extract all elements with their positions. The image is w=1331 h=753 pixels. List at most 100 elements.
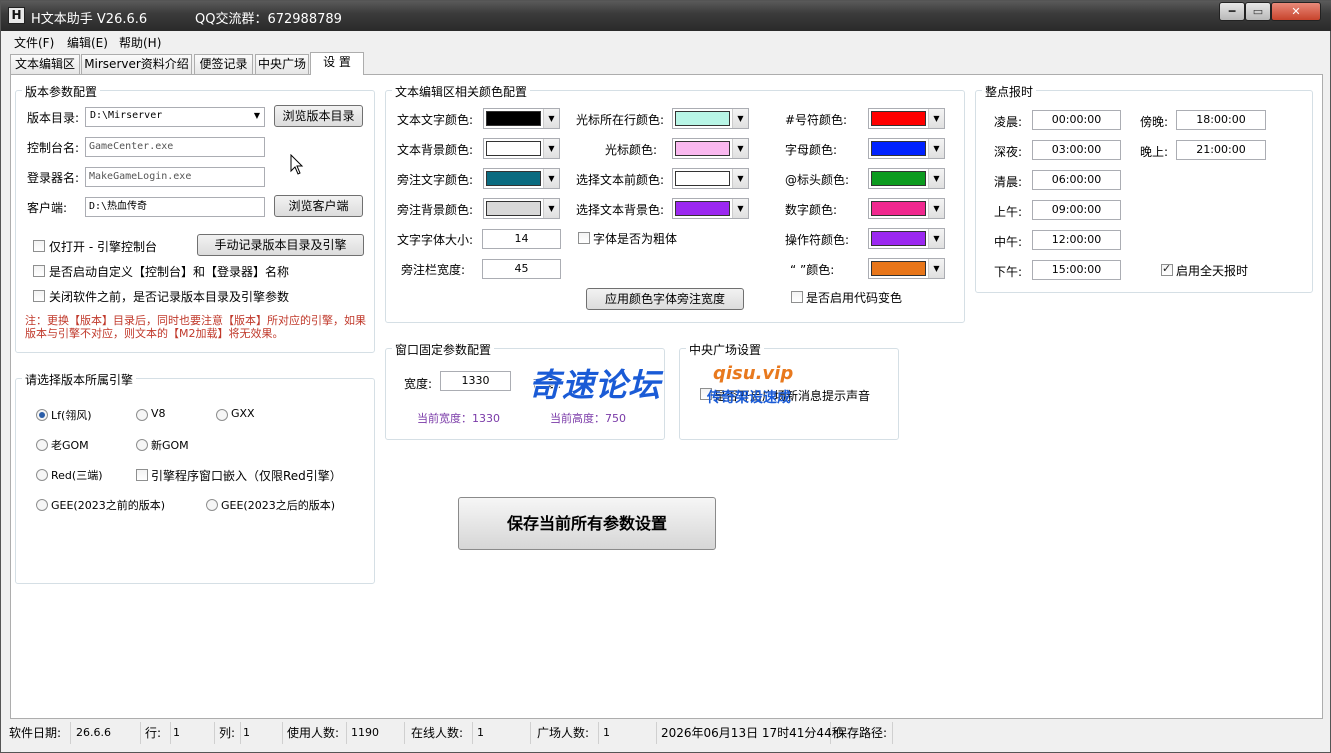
close-icon: ✕ [1291, 5, 1301, 18]
chevron-down-icon: ▼ [928, 139, 944, 158]
time-input-late-night[interactable]: 03:00:00 [1032, 140, 1121, 160]
text-bg-color-picker[interactable]: ▼ [483, 138, 560, 159]
maximize-button[interactable]: ▭ [1245, 2, 1271, 21]
console-name-label: 控制台名: [27, 141, 80, 155]
tab-notes[interactable]: 便签记录 [194, 54, 253, 74]
hourly-chime-group: 整点报时 凌晨: 00:00:00 深夜: 03:00:00 清晨: 06:00… [975, 83, 1313, 293]
chevron-down-icon: ▼ [732, 109, 748, 128]
cursor-line-color-picker[interactable]: ▼ [672, 108, 749, 129]
engine-radio-v8[interactable] [136, 409, 148, 421]
cursor-color-picker[interactable]: ▼ [672, 138, 749, 159]
close-button[interactable]: ✕ [1271, 2, 1321, 21]
status-save-path-label: 保存路径: [833, 722, 893, 744]
text-bg-color-label: 文本背景颜色: [397, 143, 474, 157]
embed-window-label: 引擎程序窗口嵌入（仅限Red引擎） [151, 469, 342, 483]
at-header-color-picker[interactable]: ▼ [868, 168, 945, 189]
record-on-close-checkbox[interactable] [33, 290, 45, 302]
select-bg-color-label: 选择文本背景色: [576, 203, 665, 217]
color-swatch [871, 111, 926, 126]
time-input-early-morning[interactable]: 06:00:00 [1032, 170, 1121, 190]
app-window: H H文本助手 V26.6.6 QQ交流群：672988789 ━ ▭ ✕ 文件… [0, 0, 1331, 753]
qq-group-text: QQ交流群：672988789 [195, 12, 342, 27]
engine-radio-gee-before[interactable] [36, 499, 48, 511]
engine-radio-lf[interactable] [36, 409, 48, 421]
window-title: H文本助手 V26.6.6 [31, 12, 148, 27]
version-dir-select[interactable]: D:\Mirserver ▼ [85, 107, 265, 127]
version-config-title: 版本参数配置 [22, 83, 101, 100]
embed-window-checkbox[interactable] [136, 469, 148, 481]
custom-names-checkbox[interactable] [33, 265, 45, 277]
manual-record-button[interactable]: 手动记录版本目录及引擎 [197, 234, 364, 256]
time-input-noon[interactable]: 12:00:00 [1032, 230, 1121, 250]
time-input-morning[interactable]: 09:00:00 [1032, 200, 1121, 220]
version-config-group: 版本参数配置 版本目录: D:\Mirserver ▼ 浏览版本目录 控制台名:… [15, 83, 375, 353]
tab-mirserver-info[interactable]: Mirserver资料介绍 [81, 54, 192, 74]
enable-hourly-label: 启用全天报时 [1176, 264, 1249, 278]
quote-color-picker[interactable]: ▼ [868, 258, 945, 279]
chevron-down-icon: ▼ [928, 229, 944, 248]
engine-radio-new-gom[interactable] [136, 439, 148, 451]
engine-group: 请选择版本所属引擎 Lf(翎风) V8 GXX 老GOM 新GOM Red(三端… [15, 371, 375, 584]
time-label-evening: 晚上: [1140, 145, 1169, 159]
status-col-label: 列: [217, 722, 241, 744]
tab-text-editor[interactable]: 文本编辑区 [10, 54, 80, 74]
engine-radio-red[interactable] [36, 469, 48, 481]
save-all-settings-button[interactable]: 保存当前所有参数设置 [458, 497, 716, 550]
browse-client-button[interactable]: 浏览客户端 [274, 195, 363, 217]
time-input-evening[interactable]: 21:00:00 [1176, 140, 1266, 160]
hash-color-picker[interactable]: ▼ [868, 108, 945, 129]
engine-label-gee-after: GEE(2023之后的版本) [221, 499, 336, 512]
side-bg-color-picker[interactable]: ▼ [483, 198, 560, 219]
font-size-input[interactable]: 14 [482, 229, 561, 249]
chevron-down-icon: ▼ [543, 139, 559, 158]
text-color-picker[interactable]: ▼ [483, 108, 560, 129]
time-label-morning: 上午: [994, 205, 1023, 219]
minimize-button[interactable]: ━ [1219, 2, 1245, 21]
time-label-dusk: 傍晚: [1140, 115, 1169, 129]
title-bar[interactable]: H H文本助手 V26.6.6 QQ交流群：672988789 ━ ▭ ✕ [1, 1, 1331, 31]
engine-label-v8: V8 [151, 407, 166, 420]
operator-color-picker[interactable]: ▼ [868, 228, 945, 249]
login-name-label: 登录器名: [27, 171, 80, 185]
enable-hourly-checkbox[interactable] [1161, 262, 1173, 276]
width-input[interactable]: 1330 [440, 371, 511, 391]
menu-file[interactable]: 文件(F) [14, 34, 54, 51]
letter-color-picker[interactable]: ▼ [868, 138, 945, 159]
number-color-picker[interactable]: ▼ [868, 198, 945, 219]
time-input-afternoon[interactable]: 15:00:00 [1032, 260, 1121, 280]
bold-font-checkbox[interactable] [578, 232, 590, 244]
time-input-dawn[interactable]: 00:00:00 [1032, 110, 1121, 130]
side-text-color-label: 旁注文字颜色: [397, 173, 474, 187]
engine-radio-gxx[interactable] [216, 409, 228, 421]
menu-help[interactable]: 帮助(H) [119, 34, 161, 51]
select-bg-color-picker[interactable]: ▼ [672, 198, 749, 219]
at-header-color-label: @标头颜色: [785, 173, 850, 187]
browse-version-dir-button[interactable]: 浏览版本目录 [274, 105, 363, 127]
chevron-down-icon: ▼ [928, 169, 944, 188]
side-text-color-picker[interactable]: ▼ [483, 168, 560, 189]
status-row-value: 1 [171, 722, 215, 744]
tab-settings[interactable]: 设 置 [310, 52, 364, 75]
chevron-down-icon: ▼ [928, 199, 944, 218]
menu-edit[interactable]: 编辑(E) [67, 34, 108, 51]
engine-radio-old-gom[interactable] [36, 439, 48, 451]
console-name-input[interactable]: GameCenter.exe [85, 137, 265, 157]
client-label: 客户端: [27, 201, 68, 215]
side-width-input[interactable]: 45 [482, 259, 561, 279]
chevron-down-icon: ▼ [732, 199, 748, 218]
tab-plaza[interactable]: 中央广场 [255, 54, 309, 74]
settings-page: 版本参数配置 版本目录: D:\Mirserver ▼ 浏览版本目录 控制台名:… [10, 74, 1323, 719]
status-date-value: 26.6.6 [73, 722, 141, 744]
client-input[interactable]: D:\热血传奇 [85, 197, 265, 217]
color-swatch [871, 201, 926, 216]
login-name-input[interactable]: MakeGameLogin.exe [85, 167, 265, 187]
color-swatch [871, 231, 926, 246]
code-color-checkbox[interactable] [791, 291, 803, 303]
time-input-dusk[interactable]: 18:00:00 [1176, 110, 1266, 130]
select-fg-color-picker[interactable]: ▼ [672, 168, 749, 189]
color-swatch [871, 141, 926, 156]
plaza-sound-checkbox[interactable] [700, 388, 712, 400]
only-open-checkbox[interactable] [33, 240, 45, 252]
engine-radio-gee-after[interactable] [206, 499, 218, 511]
apply-colors-button[interactable]: 应用颜色字体旁注宽度 [586, 288, 744, 310]
